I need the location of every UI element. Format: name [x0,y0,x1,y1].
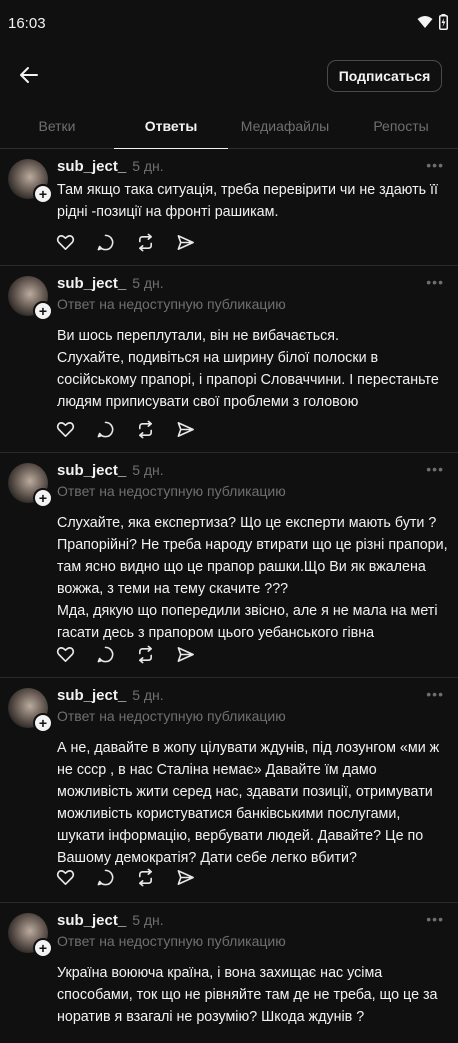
post-text: Ви шось переплутали, він не вибачається.… [57,328,439,410]
post-actions [56,420,195,439]
username[interactable]: sub_ject_ [57,462,126,479]
status-bar: 16:03 [0,0,458,48]
status-time: 16:03 [8,15,46,32]
post-time: 5 дн. [132,912,164,928]
post-actions [56,868,195,887]
follow-plus-icon[interactable]: + [33,301,53,321]
share-button[interactable] [176,868,195,887]
more-options-icon[interactable]: ••• [426,157,444,173]
tab-replies[interactable]: Ответы [114,104,228,149]
comment-icon [97,646,114,663]
reply-button[interactable] [96,420,115,439]
follow-plus-icon[interactable]: + [33,488,53,508]
share-button[interactable] [176,420,195,439]
more-options-icon[interactable]: ••• [426,911,444,927]
comment-icon [97,869,114,886]
post-text: Слухайте, яка експертиза? Що це експерти… [57,515,448,641]
profile-tabs: Ветки Ответы Медиафайлы Репосты [0,104,458,149]
post-header: sub_ject_ 5 дн. [57,275,164,292]
post[interactable]: + sub_ject_ 5 дн. ••• Там якщо така ситу… [0,149,458,266]
like-button[interactable] [56,420,75,439]
username[interactable]: sub_ject_ [57,912,126,929]
like-button[interactable] [56,233,75,252]
repost-button[interactable] [136,868,155,887]
tab-media[interactable]: Медиафайлы [228,104,342,148]
reply-context[interactable]: Ответ на недоступную публикацию [57,483,286,499]
wifi-icon [417,16,433,28]
username[interactable]: sub_ject_ [57,158,126,175]
follow-plus-icon[interactable]: + [33,713,53,733]
post-header: sub_ject_ 5 дн. [57,462,164,479]
reply-context[interactable]: Ответ на недоступную публикацию [57,296,286,312]
post-text: Україна воююча країна, і вона захищає на… [57,965,438,1025]
repost-button[interactable] [136,233,155,252]
post-time: 5 дн. [132,687,164,703]
arrow-left-icon [20,67,38,83]
repost-icon [138,868,153,887]
feed: + sub_ject_ 5 дн. ••• Там якщо така ситу… [0,149,458,1043]
like-button[interactable] [56,868,75,887]
repost-button[interactable] [136,420,155,439]
send-icon [177,870,194,885]
repost-button[interactable] [136,645,155,664]
heart-icon [56,422,75,437]
username[interactable]: sub_ject_ [57,687,126,704]
subscribe-button[interactable]: Подписаться [327,60,442,92]
post-time: 5 дн. [132,275,164,291]
send-icon [177,422,194,437]
battery-icon [439,14,448,30]
follow-plus-icon[interactable]: + [33,184,53,204]
comment-icon [97,421,114,438]
send-icon [177,647,194,662]
tab-threads[interactable]: Ветки [0,104,114,148]
reply-button[interactable] [96,233,115,252]
username[interactable]: sub_ject_ [57,275,126,292]
post[interactable]: + sub_ject_ 5 дн. ••• Ответ на недоступн… [0,678,458,903]
status-icons [417,14,448,30]
send-icon [177,235,194,250]
post[interactable]: + sub_ject_ 5 дн. ••• Ответ на недоступн… [0,903,458,1043]
repost-icon [138,645,153,664]
post[interactable]: + sub_ject_ 5 дн. ••• Ответ на недоступн… [0,453,458,678]
share-button[interactable] [176,233,195,252]
reply-context[interactable]: Ответ на недоступную публикацию [57,933,286,949]
post[interactable]: + sub_ject_ 5 дн. ••• Ответ на недоступн… [0,266,458,453]
comment-icon [97,234,114,251]
header: Подписаться [0,48,458,104]
more-options-icon[interactable]: ••• [426,461,444,477]
share-button[interactable] [176,645,195,664]
heart-icon [56,647,75,662]
heart-icon [56,235,75,250]
repost-icon [138,233,153,252]
reply-button[interactable] [96,868,115,887]
repost-icon [138,420,153,439]
post-text: А не, давайте в жопу цілувати ждунів, пі… [57,740,440,866]
back-button[interactable] [16,62,42,88]
follow-plus-icon[interactable]: + [33,938,53,958]
reply-context[interactable]: Ответ на недоступную публикацию [57,708,286,724]
post-actions [56,645,195,664]
post-header: sub_ject_ 5 дн. [57,158,164,175]
post-actions [56,233,195,252]
reply-button[interactable] [96,645,115,664]
heart-icon [56,870,75,885]
more-options-icon[interactable]: ••• [426,274,444,290]
more-options-icon[interactable]: ••• [426,686,444,702]
post-time: 5 дн. [132,462,164,478]
post-text: Там якщо така ситуація, треба перевірити… [57,182,438,220]
tab-reposts[interactable]: Репосты [344,104,458,148]
post-header: sub_ject_ 5 дн. [57,912,164,929]
post-header: sub_ject_ 5 дн. [57,687,164,704]
like-button[interactable] [56,645,75,664]
post-time: 5 дн. [132,158,164,174]
